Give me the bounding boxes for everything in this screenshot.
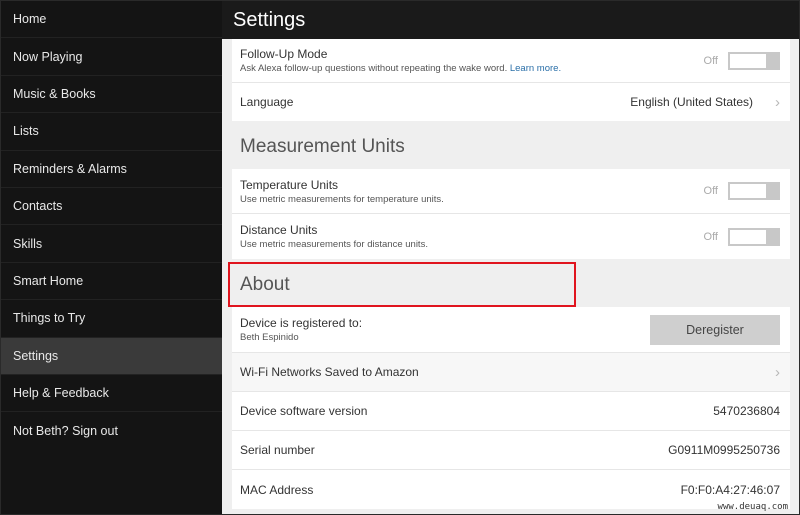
follow-up-mode-title: Follow-Up Mode	[240, 47, 328, 61]
registered-user-name: Beth Espinido	[240, 332, 299, 343]
distance-units-toggle[interactable]	[728, 227, 780, 246]
sidebar-item-label: Not Beth? Sign out	[13, 423, 118, 438]
sidebar-item-sign-out[interactable]: Not Beth? Sign out	[1, 412, 222, 449]
sidebar-item-label: Reminders & Alarms	[13, 161, 127, 176]
sidebar-item-label: Skills	[13, 236, 43, 251]
software-version-row: Device software version 5470236804	[232, 392, 790, 431]
main-panel: Settings Follow-Up Mode Ask Alexa follow…	[222, 1, 799, 514]
temperature-state-label: Off	[703, 185, 718, 197]
sidebar-item-things-to-try[interactable]: Things to Try	[1, 300, 222, 338]
sidebar-item-smart-home[interactable]: Smart Home	[1, 263, 222, 301]
sidebar-item-settings[interactable]: Settings	[1, 337, 222, 375]
sidebar-item-label: Music & Books	[13, 86, 96, 101]
sidebar-item-home[interactable]: Home	[1, 1, 222, 39]
distance-units-title: Distance Units	[240, 223, 318, 237]
mac-address-value: F0:F0:A4:27:46:07	[680, 482, 780, 497]
temperature-units-toggle[interactable]	[728, 182, 780, 200]
sidebar-item-help-feedback[interactable]: Help & Feedback	[1, 375, 222, 413]
wifi-networks-title: Wi-Fi Networks Saved to Amazon	[240, 365, 419, 379]
measurement-units-heading: Measurement Units	[240, 136, 405, 157]
sidebar-item-label: Help & Feedback	[13, 386, 109, 401]
distance-state-label: Off	[703, 230, 718, 243]
measurement-units-card: Temperature Units Use metric measurement…	[232, 169, 790, 259]
sidebar-nav: Home Now Playing Music & Books Lists Rem…	[1, 1, 222, 514]
sidebar-item-label: Lists	[13, 124, 39, 139]
language-value: English (United States)	[630, 95, 753, 109]
scrollbar[interactable]	[790, 39, 799, 514]
about-card: Device is registered to: Beth Espinido D…	[232, 307, 790, 509]
follow-up-mode-description: Ask Alexa follow-up questions without re…	[240, 63, 562, 74]
temperature-units-row: Temperature Units Use metric measurement…	[232, 169, 790, 214]
serial-number-title: Serial number	[240, 443, 315, 457]
wifi-networks-row[interactable]: Wi-Fi Networks Saved to Amazon ›	[232, 353, 790, 392]
chevron-right-icon: ›	[775, 363, 780, 381]
sidebar-item-contacts[interactable]: Contacts	[1, 188, 222, 226]
general-settings-card: Follow-Up Mode Ask Alexa follow-up quest…	[232, 39, 790, 121]
registered-to-title: Device is registered to:	[240, 316, 363, 330]
serial-number-value: G0911M0995250736	[668, 443, 780, 457]
toggle-knob	[730, 184, 766, 198]
sidebar-item-music-books[interactable]: Music & Books	[1, 76, 222, 114]
software-version-title: Device software version	[240, 404, 368, 418]
follow-up-mode-toggle[interactable]	[728, 51, 780, 70]
distance-units-description: Use metric measurements for distance uni…	[240, 239, 428, 250]
mac-address-row: MAC Address F0:F0:A4:27:46:07	[232, 470, 790, 509]
deregister-button[interactable]: Deregister	[650, 314, 780, 345]
sidebar-item-skills[interactable]: Skills	[1, 225, 222, 263]
sidebar-item-label: Settings	[13, 348, 59, 363]
temperature-units-title: Temperature Units	[240, 177, 339, 192]
top-bar: Settings	[222, 1, 799, 39]
registered-to-row: Device is registered to: Beth Espinido D…	[232, 307, 790, 353]
sidebar-item-reminders-alarms[interactable]: Reminders & Alarms	[1, 151, 222, 188]
mac-address-title: MAC Address	[240, 482, 314, 497]
distance-units-row: Distance Units Use metric measurements f…	[232, 214, 790, 259]
serial-number-row: Serial number G0911M0995250736	[232, 431, 790, 470]
sidebar-item-lists[interactable]: Lists	[1, 113, 222, 151]
sidebar-item-label: Contacts	[13, 199, 63, 214]
toggle-knob	[730, 53, 766, 68]
learn-more-link[interactable]: Learn more.	[510, 63, 561, 74]
watermark: www.deuaq.com	[717, 502, 788, 512]
page-title: Settings	[233, 8, 306, 31]
sidebar-item-label: Things to Try	[13, 311, 86, 326]
sidebar-item-label: Home	[13, 12, 47, 27]
sidebar-item-now-playing[interactable]: Now Playing	[1, 38, 222, 76]
chevron-right-icon: ›	[775, 93, 780, 111]
software-version-value: 5470236804	[713, 404, 780, 418]
follow-up-mode-row: Follow-Up Mode Ask Alexa follow-up quest…	[232, 39, 790, 83]
language-title: Language	[240, 95, 294, 109]
sidebar-item-label: Now Playing	[13, 49, 83, 64]
follow-up-state-label: Off	[703, 54, 718, 67]
toggle-knob	[730, 229, 766, 244]
temperature-units-description: Use metric measurements for temperature …	[240, 193, 444, 205]
about-highlight-annotation	[228, 262, 576, 307]
language-row[interactable]: Language English (United States) ›	[232, 83, 790, 121]
sidebar-item-label: Smart Home	[13, 273, 84, 288]
